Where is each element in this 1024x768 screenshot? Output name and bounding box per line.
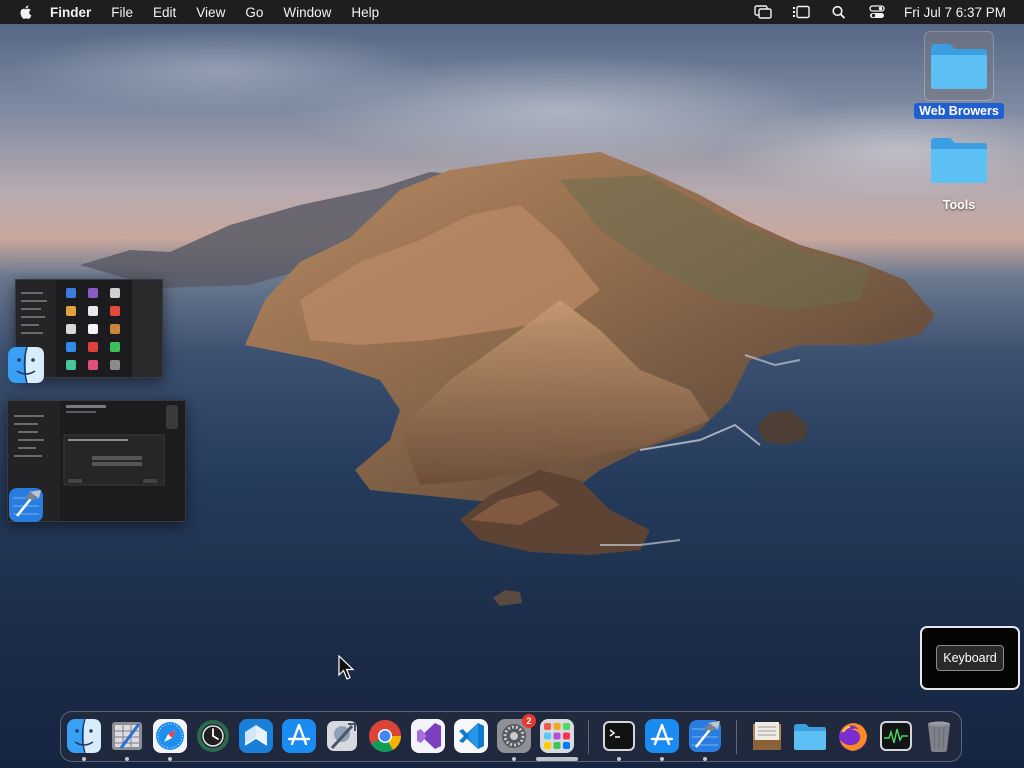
notification-badge: 2 — [522, 714, 536, 728]
desktop-folder-tools[interactable]: Tools — [914, 126, 1004, 214]
keyboard-button[interactable]: Keyboard — [936, 645, 1004, 671]
finder-icon — [8, 346, 44, 384]
desktop-folder-label: Tools — [942, 198, 976, 212]
menu-bar: Finder File Edit View Go Window Help Fri… — [0, 0, 1024, 24]
mouse-cursor-icon — [338, 655, 355, 680]
visual-studio-icon — [411, 719, 445, 753]
running-indicator — [703, 757, 707, 761]
dock-item-xcode[interactable] — [687, 718, 723, 754]
dock-item-directory-utility[interactable] — [324, 718, 360, 754]
dock-item-firefox[interactable] — [835, 718, 871, 754]
control-center-icon[interactable] — [868, 5, 886, 19]
spotlight-search-icon[interactable] — [830, 5, 848, 19]
stage-manager-icon[interactable] — [792, 5, 810, 19]
dock-item-app-store-2[interactable] — [644, 718, 680, 754]
running-indicator — [617, 757, 621, 761]
running-indicator — [125, 757, 129, 761]
finder-icon — [67, 718, 101, 754]
dock-item-terminal[interactable] — [601, 718, 637, 754]
menu-edit[interactable]: Edit — [153, 5, 176, 20]
dock-item-time-machine[interactable] — [195, 718, 231, 754]
menu-bar-status-area: Fri Jul 7 6:37 PM — [734, 5, 1006, 20]
app-store-icon — [645, 719, 679, 753]
dock-item-trash[interactable] — [921, 718, 957, 754]
safari-icon — [153, 719, 187, 753]
launchpad-icon — [540, 719, 574, 753]
dock-item-activity-monitor[interactable] — [878, 718, 914, 754]
directory-utility-icon — [327, 721, 357, 751]
dock-item-system-preferences[interactable]: 2 — [496, 714, 536, 754]
menu-help[interactable]: Help — [351, 5, 379, 20]
dock-separator — [588, 720, 589, 754]
dock-item-app-store[interactable] — [281, 718, 317, 754]
desktop-folder-web-browers[interactable]: Web Browers — [914, 31, 1004, 120]
chrome-icon — [369, 720, 402, 753]
desktop-wallpaper — [0, 0, 1024, 768]
dock-item-visual-studio[interactable] — [410, 718, 446, 754]
dock-item-remote-desktop[interactable] — [238, 718, 274, 754]
app-store-icon — [282, 719, 316, 753]
vscode-icon — [454, 719, 488, 753]
menu-view[interactable]: View — [196, 5, 225, 20]
running-indicator — [82, 757, 86, 761]
dock-separator — [736, 720, 737, 754]
folder-icon — [924, 31, 994, 101]
screen-mirroring-icon[interactable] — [754, 5, 772, 19]
dock: 2 — [60, 711, 962, 762]
apple-menu-icon[interactable] — [18, 4, 34, 20]
dock-item-archive[interactable] — [749, 718, 785, 754]
keyboard-popup: Keyboard — [920, 626, 1020, 690]
running-indicator — [168, 757, 172, 761]
trash-icon — [928, 721, 950, 752]
running-indicator — [660, 757, 664, 761]
running-indicator — [512, 757, 516, 761]
dock-item-vscode[interactable] — [453, 718, 489, 754]
folder-icon — [925, 126, 993, 194]
firefox-icon — [839, 723, 867, 751]
time-machine-icon — [197, 720, 229, 752]
desktop-folder-label: Web Browers — [914, 103, 1004, 119]
script-editor-icon — [112, 722, 142, 750]
activity-monitor-icon — [880, 721, 912, 751]
terminal-icon — [603, 721, 635, 751]
menu-bar-clock[interactable]: Fri Jul 7 6:37 PM — [904, 5, 1006, 20]
xcode-icon — [689, 720, 721, 752]
dock-item-script-editor[interactable] — [109, 718, 145, 754]
remote-desktop-icon — [239, 719, 273, 753]
dock-item-launchpad[interactable] — [539, 718, 575, 754]
dock-scroll-indicator — [536, 757, 578, 761]
dock-item-downloads-folder[interactable] — [792, 718, 828, 754]
menu-go[interactable]: Go — [245, 5, 263, 20]
dock-item-chrome[interactable] — [367, 718, 403, 754]
menu-app-name[interactable]: Finder — [50, 5, 91, 20]
dock-item-safari[interactable] — [152, 718, 188, 754]
menu-file[interactable]: File — [111, 5, 133, 20]
xcode-icon — [9, 488, 43, 522]
archive-icon — [753, 722, 781, 750]
dock-item-finder[interactable] — [66, 718, 102, 754]
catalina-island-artwork — [80, 152, 935, 606]
folder-icon — [794, 724, 826, 750]
menu-window[interactable]: Window — [283, 5, 331, 20]
